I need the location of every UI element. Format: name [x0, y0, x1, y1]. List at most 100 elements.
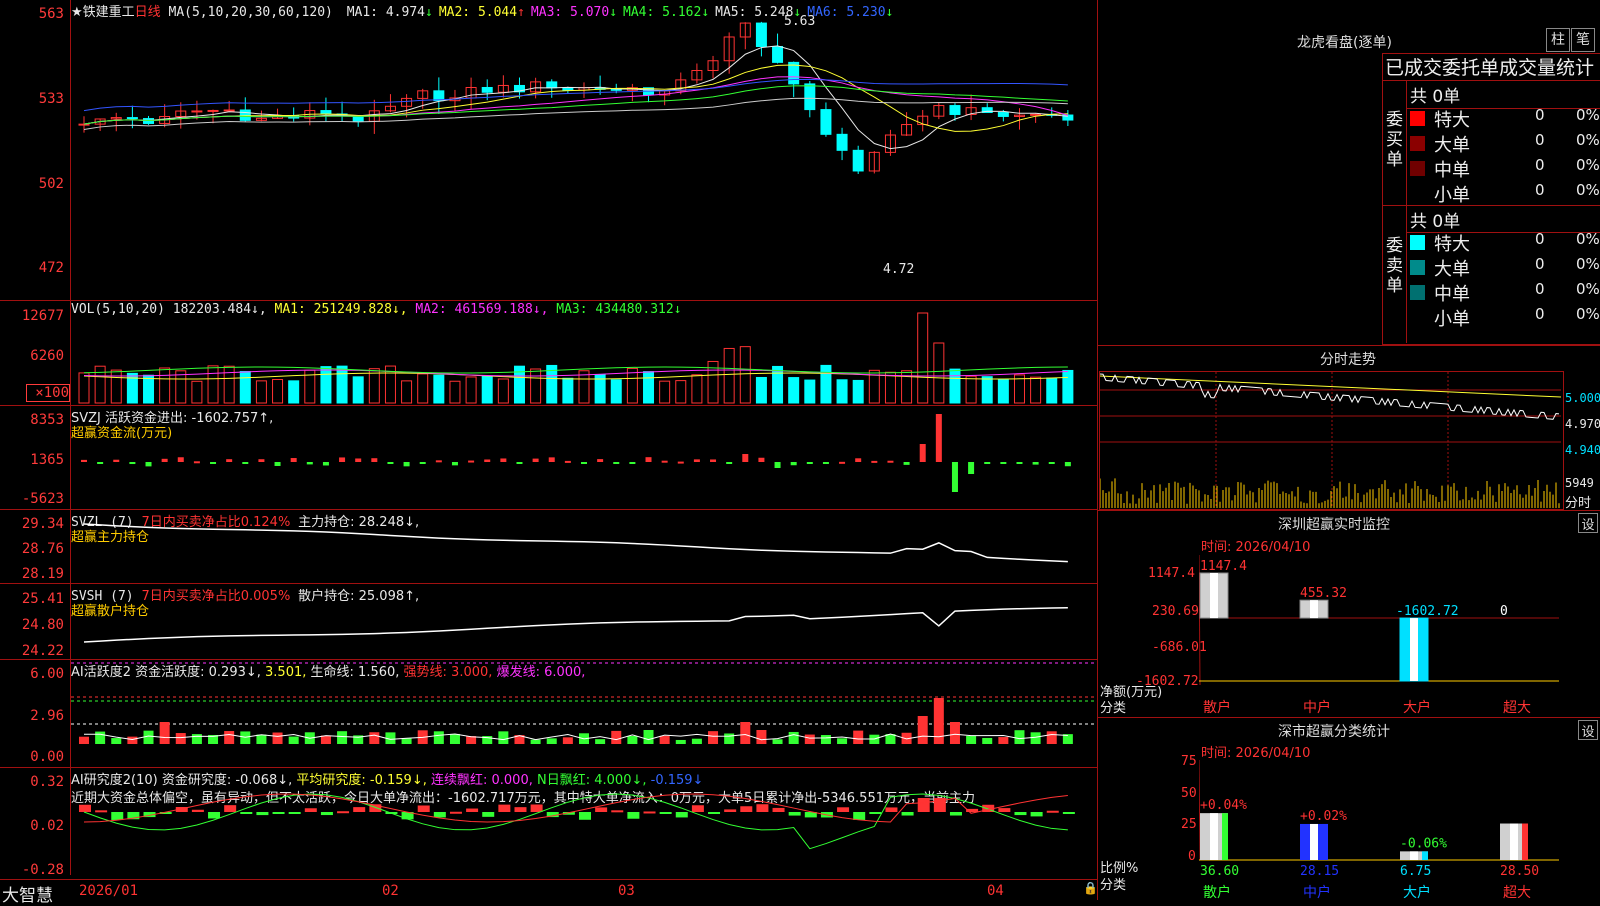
- monitor-time: 时间: 2026/04/10: [1201, 540, 1311, 555]
- net-bar-highlight: [1310, 600, 1318, 619]
- flow-bar: [597, 459, 604, 462]
- activity-bar: [837, 738, 848, 744]
- flow-bar: [951, 462, 958, 492]
- volume-chart: [78, 312, 1074, 404]
- flow-bar: [726, 462, 733, 464]
- ratio-bar-highlight: [1410, 851, 1418, 860]
- sell-row-p: 0%: [1576, 255, 1600, 273]
- sell-row-v: 0: [1535, 305, 1545, 323]
- sell-total: 共 0单: [1410, 212, 1461, 232]
- sell-row-swatch: [1410, 310, 1425, 325]
- volume-bar: [143, 374, 155, 404]
- activity-bar: [143, 730, 154, 744]
- classify-tick: 25: [1181, 817, 1197, 832]
- date-tick: 02: [382, 883, 399, 899]
- research-bar: [208, 812, 221, 819]
- flow-bar: [484, 459, 491, 462]
- volume-bar: [626, 367, 638, 404]
- activity-bar: [256, 734, 267, 744]
- flow-bar: [322, 462, 329, 466]
- research-bar: [353, 807, 366, 812]
- flow-bar: [742, 454, 749, 462]
- activity-bar: [772, 739, 783, 744]
- research-bar: [224, 805, 237, 812]
- net-bar-label: 0: [1500, 604, 1508, 619]
- ratio-value-label: 28.15: [1300, 864, 1339, 879]
- divider: [1098, 345, 1600, 346]
- ai2-tick: 0.02: [30, 818, 64, 834]
- ai1-tick: 6.00: [30, 666, 64, 682]
- monitor-tick: 230.69: [1152, 604, 1199, 619]
- volume-bar: [997, 378, 1009, 404]
- net-bar-label: 1147.4: [1200, 559, 1247, 574]
- monitor-category: 大户: [1403, 700, 1431, 716]
- pen-mode-button[interactable]: 笔: [1571, 28, 1595, 52]
- buy-row-p: 0%: [1576, 181, 1600, 199]
- divider: [1382, 80, 1600, 81]
- volume-bar: [401, 380, 413, 404]
- activity-bar: [966, 735, 977, 744]
- ratio-value-label: 36.60: [1200, 864, 1239, 879]
- monitor-ylabel: 分类: [1100, 701, 1127, 716]
- research-bar: [917, 798, 930, 812]
- volume-bar: [110, 369, 122, 404]
- ratio-change-label: +0.04%: [1200, 798, 1247, 813]
- activity-bar: [595, 739, 606, 744]
- intraday-tick: 5949: [1565, 476, 1594, 490]
- buy-row-v: 0: [1535, 156, 1545, 174]
- research-bar: [885, 807, 898, 812]
- ratio-chart: +0.04% 36.60 +0.02% 28.15 -0.06% 6.75 28.50: [1199, 760, 1559, 879]
- flow-bar: [806, 462, 813, 464]
- activity-bar: [449, 733, 460, 744]
- activity-bar: [127, 736, 138, 744]
- research-bar: [433, 812, 446, 818]
- flow-bar: [290, 458, 297, 462]
- ratio-bar-highlight: [1510, 823, 1518, 860]
- flow-bar: [645, 457, 652, 462]
- intraday-chart[interactable]: [1100, 372, 1561, 508]
- flow-bar: [968, 462, 975, 474]
- classify-settings-button[interactable]: 设: [1578, 720, 1598, 740]
- price-tick: 563: [38, 6, 64, 22]
- flow-bar: [855, 458, 862, 462]
- buy-row-v: 0: [1535, 181, 1545, 199]
- research-bar: [998, 808, 1011, 812]
- research-bar: [320, 812, 333, 816]
- svzl-tick: 28.19: [21, 566, 64, 582]
- main-holding-chart: [83, 523, 1068, 563]
- research-bar: [772, 807, 785, 812]
- volume-bar: [1030, 376, 1042, 404]
- research-bar: [530, 804, 543, 812]
- flow-bar: [839, 461, 846, 464]
- sell-row-name: 大单: [1434, 259, 1470, 280]
- retail-holding-chart: [83, 607, 1068, 643]
- lock-icon[interactable]: 🔒: [1083, 881, 1098, 895]
- volume-bar: [175, 370, 187, 404]
- research-bar: [643, 811, 656, 814]
- buy-side-label: 委买单: [1386, 110, 1403, 170]
- bar-mode-button[interactable]: 柱: [1546, 28, 1570, 52]
- svzj-tick: 8353: [30, 412, 64, 428]
- sell-row-name: 中单: [1434, 284, 1470, 305]
- date-tick: 04: [987, 883, 1004, 899]
- buy-row-swatch: [1410, 186, 1425, 201]
- flow-bar: [790, 462, 797, 466]
- activity-bar: [611, 730, 622, 744]
- ai1-tick: 0.00: [30, 749, 64, 765]
- intraday-title: 分时走势: [1320, 352, 1376, 368]
- classify-category: 散户: [1203, 885, 1231, 901]
- vol-unit-button[interactable]: ×100: [26, 384, 70, 402]
- volume-bar: [1046, 377, 1058, 404]
- activity-bar: [111, 738, 122, 744]
- candle-body: [239, 109, 251, 121]
- ratio-bar-accent: [1222, 813, 1228, 860]
- research-bar: [498, 804, 511, 812]
- research-bar: [691, 805, 704, 812]
- ratio-bar-highlight: [1310, 823, 1318, 860]
- candlestick-chart[interactable]: [71, 0, 1097, 300]
- vol-tick: 12677: [21, 308, 64, 324]
- monitor-settings-button[interactable]: 设: [1578, 513, 1598, 533]
- flow-bar: [548, 457, 555, 462]
- research-bar: [514, 807, 527, 812]
- flow-bar: [145, 462, 152, 467]
